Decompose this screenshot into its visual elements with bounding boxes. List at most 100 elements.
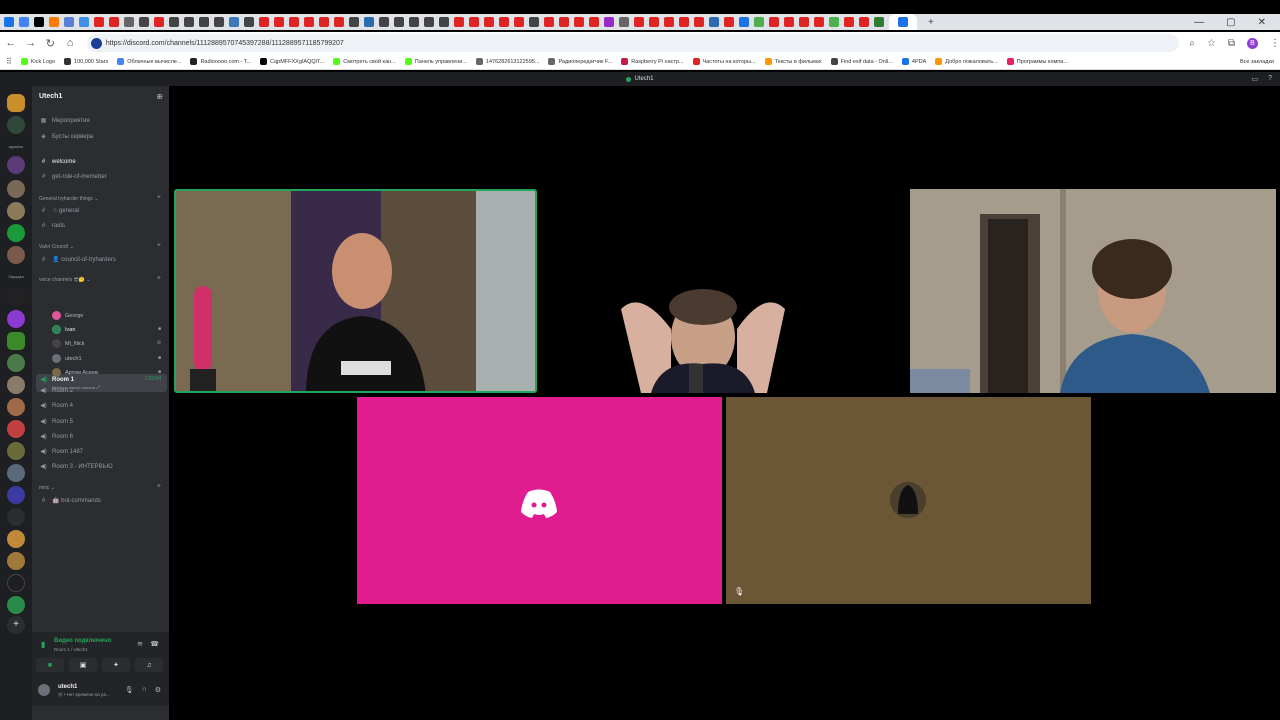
tab-favicon-icon[interactable] [559, 17, 569, 27]
voice-room[interactable]: ◀) Room 5 [40, 418, 73, 426]
events-item[interactable]: ▦ Мероприятия [40, 117, 90, 125]
tab-favicon-icon[interactable] [799, 17, 809, 27]
tab-favicon-icon[interactable] [439, 17, 449, 27]
server-icon[interactable] [7, 288, 25, 306]
channel-raids[interactable]: # raids [40, 223, 65, 229]
server-icon[interactable] [7, 376, 25, 394]
server-icon[interactable] [7, 354, 25, 372]
tab-favicon-icon[interactable] [4, 17, 14, 27]
server-icon[interactable] [7, 332, 25, 350]
menu-icon[interactable]: ⋮ [1270, 38, 1280, 49]
tab-favicon-icon[interactable] [874, 17, 884, 27]
bookmark-item[interactable]: 100,000 Stars [64, 58, 108, 65]
voice-member[interactable]: Ivan [52, 325, 75, 334]
tab-favicon-icon[interactable] [289, 17, 299, 27]
gear-icon[interactable]: ⚙ [155, 686, 161, 694]
zoom-icon[interactable]: ⌕ [1189, 38, 1195, 49]
tab-favicon-icon[interactable] [139, 17, 149, 27]
maximize-icon[interactable]: ▢ [1226, 17, 1235, 28]
tab-favicon-icon[interactable] [154, 17, 164, 27]
tab-favicon-icon[interactable] [694, 17, 704, 27]
site-info-icon[interactable] [90, 37, 102, 49]
add-server-icon[interactable]: + [7, 616, 25, 634]
tab-favicon-icon[interactable] [214, 17, 224, 27]
add-channel-icon[interactable]: + [157, 194, 161, 201]
voice-room[interactable]: ◀) Room 6 [40, 433, 73, 441]
reload-icon[interactable]: ↻ [41, 37, 59, 50]
voice-room[interactable]: ◀) Room 3 - ИНТЕРВЬЮ [40, 463, 112, 471]
bookmark-item[interactable]: CqpMFFXXgIAQQiT... [260, 58, 324, 65]
channel-bot-commands[interactable]: # 🤖 bot-commands [40, 497, 101, 505]
tab-favicon-icon[interactable] [844, 17, 854, 27]
screen-share-button[interactable]: ▣ [69, 658, 97, 672]
tab-favicon-icon[interactable] [64, 17, 74, 27]
voice-member[interactable]: utech1 [52, 354, 82, 363]
activities-button[interactable]: ✦ [102, 658, 130, 672]
bookmark-item[interactable]: Радиопередатчик F... [548, 58, 612, 65]
url-input[interactable]: https://discord.com/channels/11128895707… [86, 34, 1180, 52]
noise-suppression-icon[interactable]: ≋ [137, 640, 143, 648]
server-icon[interactable] [7, 246, 25, 264]
category-general[interactable]: General tryharder things ⌄ [39, 196, 99, 202]
disconnect-icon[interactable]: ☎ [150, 640, 159, 648]
video-tile[interactable] [910, 189, 1276, 393]
tab-favicon-icon[interactable] [364, 17, 374, 27]
tab-favicon-icon[interactable] [604, 17, 614, 27]
server-name[interactable]: Utech1 [39, 93, 62, 100]
tab-favicon-icon[interactable] [169, 17, 179, 27]
help-icon[interactable]: ? [1268, 75, 1272, 83]
bookmark-item[interactable]: Частоты на которы... [692, 58, 756, 65]
server-icon[interactable] [7, 464, 25, 482]
tab-favicon-icon[interactable] [259, 17, 269, 27]
tab-favicon-icon[interactable] [769, 17, 779, 27]
tab-favicon-icon[interactable] [784, 17, 794, 27]
channel-get-role[interactable]: # get-role-of-memeber [40, 174, 107, 180]
tab-favicon-icon[interactable] [244, 17, 254, 27]
channel-council[interactable]: # 👤 council-of-tryharders [40, 256, 116, 264]
new-tab-icon[interactable]: + [928, 17, 934, 28]
server-icon[interactable] [7, 116, 25, 134]
camera-button[interactable]: ■ [36, 658, 64, 672]
bookmark-star-icon[interactable]: ☆ [1207, 38, 1216, 49]
tab-favicon-icon[interactable] [409, 17, 419, 27]
server-icon[interactable] [7, 398, 25, 416]
bookmark-item[interactable]: Облачные вычисле... [117, 58, 181, 65]
voice-member[interactable]: Артем Асеев [52, 368, 98, 377]
tab-favicon-icon[interactable] [754, 17, 764, 27]
tab-favicon-icon[interactable] [424, 17, 434, 27]
tab-favicon-icon[interactable] [814, 17, 824, 27]
category-misc[interactable]: misc ⌄ [39, 485, 55, 491]
tab-favicon-icon[interactable] [634, 17, 644, 27]
tab-favicon-icon[interactable] [34, 17, 44, 27]
voice-member[interactable]: Mi_Nick [52, 339, 85, 348]
avatar[interactable] [38, 684, 50, 696]
bookmark-item[interactable]: 4PDA [901, 58, 926, 65]
signal-icon[interactable]: ▮ [41, 640, 45, 649]
tab-favicon-icon[interactable] [49, 17, 59, 27]
tab-favicon-icon[interactable] [304, 17, 314, 27]
tab-favicon-icon[interactable] [394, 17, 404, 27]
apps-icon[interactable]: ⠿ [6, 57, 12, 66]
tab-favicon-icon[interactable] [184, 17, 194, 27]
voice-room[interactable]: ◀) Room 4 [40, 402, 73, 410]
tab-favicon-icon[interactable] [379, 17, 389, 27]
server-icon[interactable] [7, 420, 25, 438]
add-channel-icon[interactable]: + [157, 483, 161, 490]
tab-favicon-icon[interactable] [664, 17, 674, 27]
add-channel-icon[interactable]: + [157, 275, 161, 282]
tab-favicon-icon[interactable] [79, 17, 89, 27]
server-icon[interactable] [7, 530, 25, 548]
server-icon[interactable] [7, 202, 25, 220]
active-tab[interactable] [889, 14, 917, 30]
tab-favicon-icon[interactable] [199, 17, 209, 27]
tab-favicon-icon[interactable] [469, 17, 479, 27]
category-voice[interactable]: voice channels 😎🤔 ⌄ [39, 277, 90, 283]
bookmark-item[interactable]: Программы компа... [1006, 58, 1068, 65]
inbox-icon[interactable]: ▭ [1251, 75, 1258, 83]
forward-icon[interactable]: → [22, 37, 40, 49]
tab-favicon-icon[interactable] [544, 17, 554, 27]
tab-favicon-icon[interactable] [709, 17, 719, 27]
voice-status-subtitle[interactable]: Room 1 / Utech1 [54, 647, 88, 652]
tab-favicon-icon[interactable] [514, 17, 524, 27]
tab-favicon-icon[interactable] [124, 17, 134, 27]
